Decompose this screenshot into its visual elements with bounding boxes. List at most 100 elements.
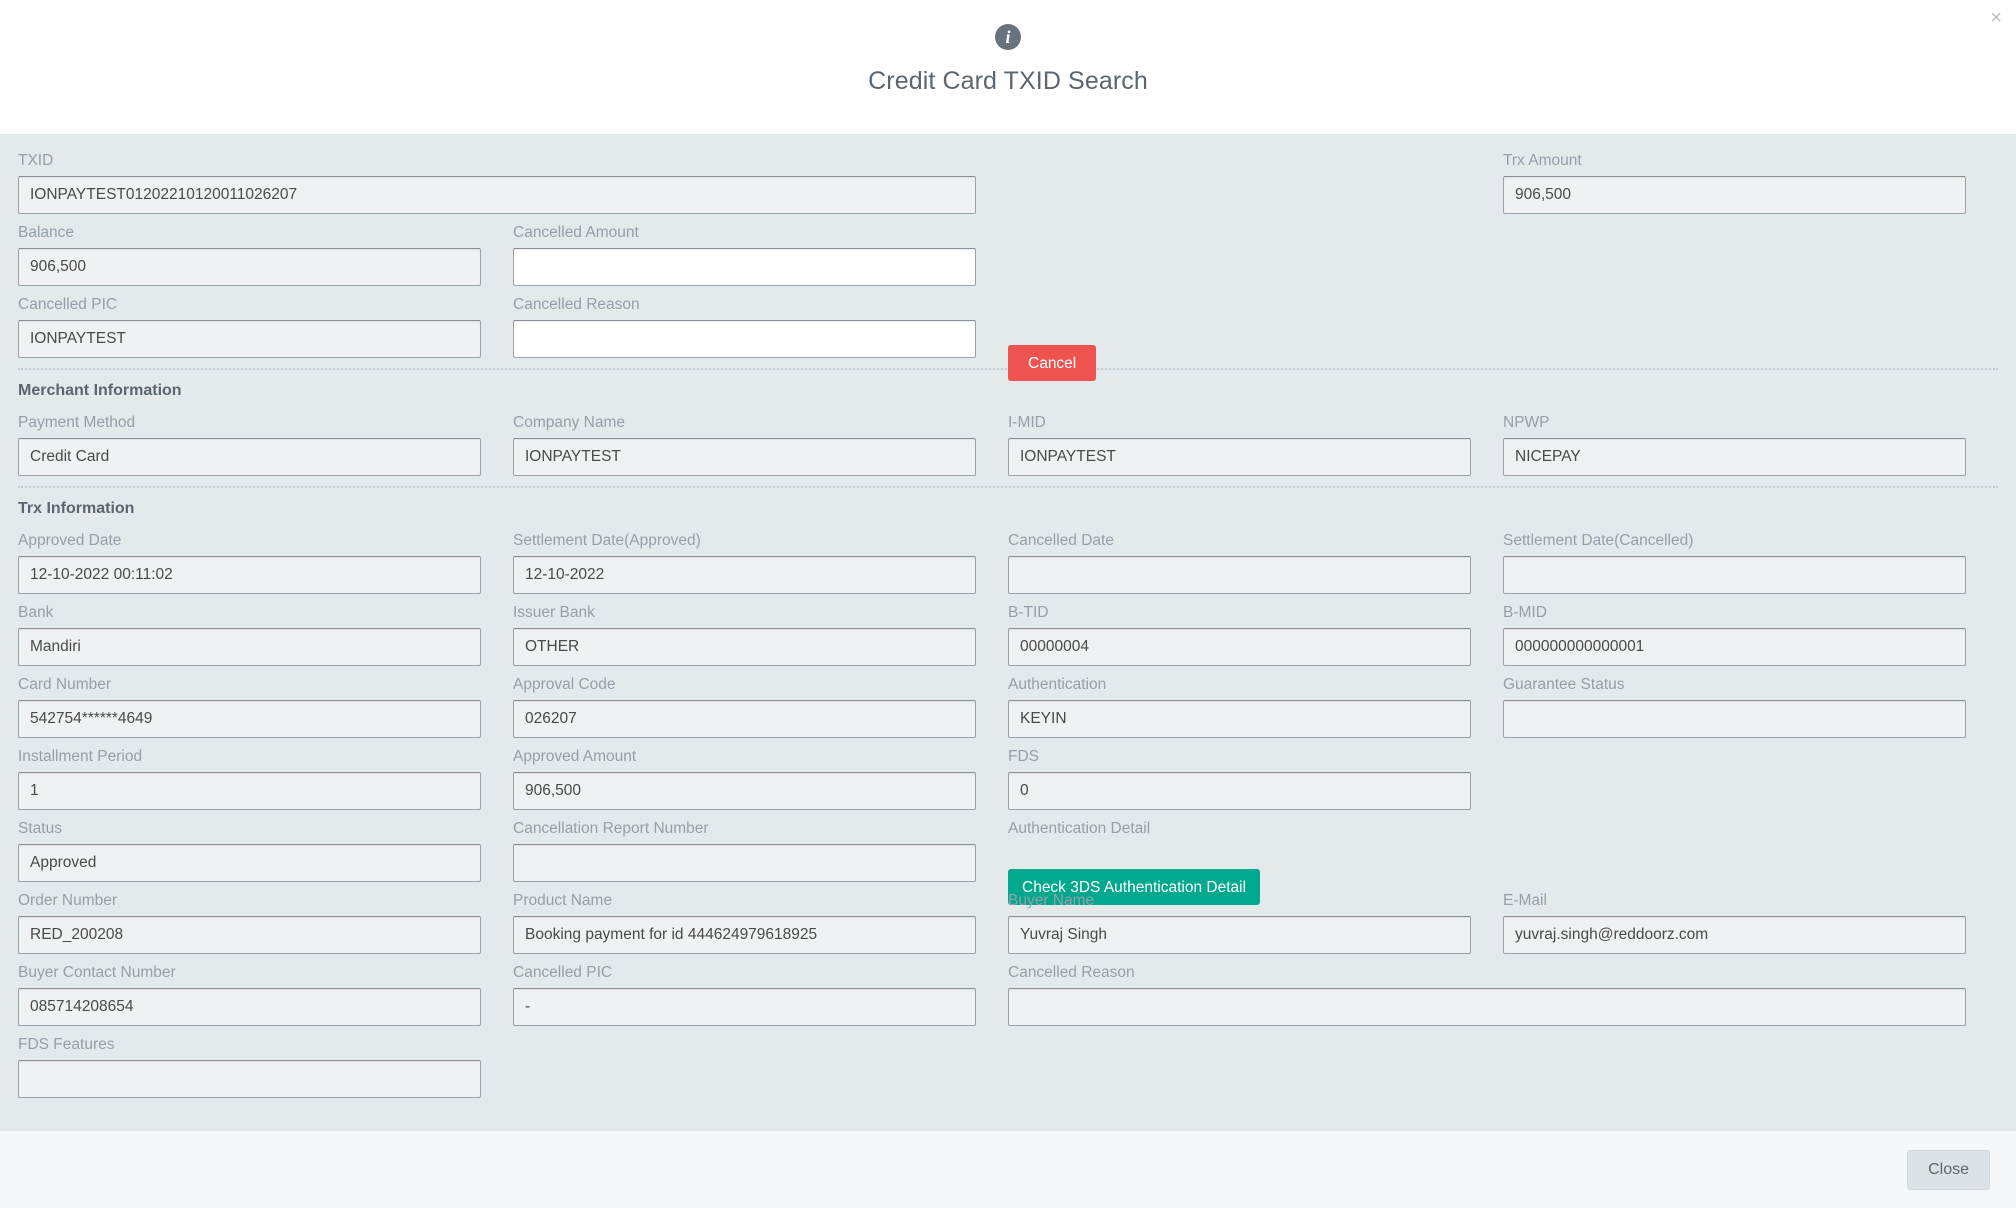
field-label-trx-amount: Trx Amount [1503, 152, 1582, 169]
field-label-settlement-date-cancelled: Settlement Date(Cancelled) [1503, 532, 1694, 549]
card-number-input[interactable] [18, 700, 481, 738]
txid-input[interactable] [18, 176, 976, 214]
field-label-authentication: Authentication [1008, 676, 1107, 693]
field-balance: Balance [18, 224, 513, 286]
cancelled-pic-input[interactable] [18, 320, 481, 358]
field-approved-amount: Approved Amount [513, 748, 1008, 810]
modal-header-inner: i Credit Card TXID Search [0, 0, 2016, 96]
email-input[interactable] [1503, 916, 1966, 954]
modal-footer: Close [0, 1130, 2016, 1208]
trx-amount-input[interactable] [1503, 176, 1966, 214]
i-mid-input[interactable] [1008, 438, 1471, 476]
field-cancelled-date: Cancelled Date [1008, 532, 1503, 594]
field-label-b-tid: B-TID [1008, 604, 1049, 621]
page-title: Credit Card TXID Search [868, 67, 1148, 95]
field-label-fds-features: FDS Features [18, 1036, 115, 1053]
field-product-name: Product Name [513, 892, 1008, 954]
field-label-status: Status [18, 820, 62, 837]
field-settlement-date-cancelled: Settlement Date(Cancelled) [1503, 532, 1998, 594]
field-settlement-date-approved: Settlement Date(Approved) [513, 532, 1008, 594]
field-label-cancelled-reason: Cancelled Reason [513, 296, 640, 313]
field-cancelled-amount: Cancelled Amount [513, 224, 1008, 286]
close-icon[interactable]: × [1990, 8, 2002, 28]
field-card-number: Card Number [18, 676, 513, 738]
credit-card-txid-search-modal: × i Credit Card TXID Search TXID Trx Amo… [0, 0, 2016, 1208]
info-icon: i [995, 24, 1021, 50]
close-button[interactable]: Close [1907, 1149, 1990, 1190]
field-label-b-mid: B-MID [1503, 604, 1547, 621]
field-authentication: Authentication [1008, 676, 1503, 738]
field-label-order-number: Order Number [18, 892, 118, 909]
installment-period-input[interactable] [18, 772, 481, 810]
field-label-balance: Balance [18, 224, 75, 241]
field-label-cancellation-report-number: Cancellation Report Number [513, 820, 709, 837]
form-row-balance: Balance Cancelled Amount [18, 224, 1998, 286]
field-label-payment-method: Payment Method [18, 414, 136, 431]
field-label-settlement-date-approved: Settlement Date(Approved) [513, 532, 701, 549]
fds-input[interactable] [1008, 772, 1471, 810]
form-row-merchant: Payment Method Company Name I-MID NPWP [18, 414, 1998, 476]
settlement-date-approved-input[interactable] [513, 556, 976, 594]
section-title-merchant: Merchant Information [18, 382, 182, 399]
bank-input[interactable] [18, 628, 481, 666]
cancelled-reason-bottom-input[interactable] [1008, 988, 1966, 1026]
b-mid-input[interactable] [1503, 628, 1966, 666]
b-tid-input[interactable] [1008, 628, 1471, 666]
field-trx-amount: Trx Amount [1503, 152, 1998, 214]
form-row-order: Order Number Product Name Buyer Name E-M… [18, 892, 1998, 954]
form-row-status: Status Cancellation Report Number Authen… [18, 820, 1998, 905]
field-label-company-name: Company Name [513, 414, 625, 431]
issuer-bank-input[interactable] [513, 628, 976, 666]
authentication-input[interactable] [1008, 700, 1471, 738]
guarantee-status-input[interactable] [1503, 700, 1966, 738]
field-fds: FDS [1008, 748, 1503, 810]
cancelled-date-input[interactable] [1008, 556, 1471, 594]
field-b-tid: B-TID [1008, 604, 1503, 666]
field-label-approved-amount: Approved Amount [513, 748, 637, 765]
settlement-date-cancelled-input[interactable] [1503, 556, 1966, 594]
field-approved-date: Approved Date [18, 532, 513, 594]
order-number-input[interactable] [18, 916, 481, 954]
cancelled-pic-bottom-input[interactable] [513, 988, 976, 1026]
field-cancelled-reason: Cancelled Reason [513, 296, 1008, 358]
cancel-button-holder: Cancel [1008, 320, 1471, 382]
payment-method-input[interactable] [18, 438, 481, 476]
cancellation-report-number-input[interactable] [513, 844, 976, 882]
approved-date-input[interactable] [18, 556, 481, 594]
npwp-input[interactable] [1503, 438, 1966, 476]
field-bank: Bank [18, 604, 513, 666]
field-label-cancelled-pic-bottom: Cancelled PIC [513, 964, 613, 981]
buyer-name-input[interactable] [1008, 916, 1471, 954]
field-label-fds: FDS [1008, 748, 1039, 765]
field-label-buyer-contact-number: Buyer Contact Number [18, 964, 176, 981]
field-cancellation-report-number: Cancellation Report Number [513, 820, 1008, 882]
cancelled-reason-input[interactable] [513, 320, 976, 358]
field-label-i-mid: I-MID [1008, 414, 1046, 431]
form-panel: TXID Trx Amount Balance Cancelled Amount [18, 152, 1998, 1098]
field-label-bank: Bank [18, 604, 54, 621]
field-issuer-bank: Issuer Bank [513, 604, 1008, 666]
field-cancel-action: Cancel [1008, 296, 1503, 381]
modal-body: TXID Trx Amount Balance Cancelled Amount [0, 134, 2016, 1130]
cancelled-amount-input[interactable] [513, 248, 976, 286]
field-status: Status [18, 820, 513, 882]
fds-features-input[interactable] [18, 1060, 481, 1098]
field-b-mid: B-MID [1503, 604, 1998, 666]
field-label-card-number: Card Number [18, 676, 112, 693]
field-label-guarantee-status: Guarantee Status [1503, 676, 1625, 693]
balance-input[interactable] [18, 248, 481, 286]
field-cancelled-reason-bottom: Cancelled Reason [1008, 964, 1998, 1026]
field-buyer-contact-number: Buyer Contact Number [18, 964, 513, 1026]
company-name-input[interactable] [513, 438, 976, 476]
status-input[interactable] [18, 844, 481, 882]
form-row-card: Card Number Approval Code Authentication… [18, 676, 1998, 738]
approved-amount-input[interactable] [513, 772, 976, 810]
field-label-approved-date: Approved Date [18, 532, 122, 549]
approval-code-input[interactable] [513, 700, 976, 738]
buyer-contact-number-input[interactable] [18, 988, 481, 1026]
field-npwp: NPWP [1503, 414, 1998, 476]
cancel-button[interactable]: Cancel [1008, 345, 1097, 381]
product-name-input[interactable] [513, 916, 976, 954]
field-label-cancelled-reason-bottom: Cancelled Reason [1008, 964, 1135, 981]
field-i-mid: I-MID [1008, 414, 1503, 476]
